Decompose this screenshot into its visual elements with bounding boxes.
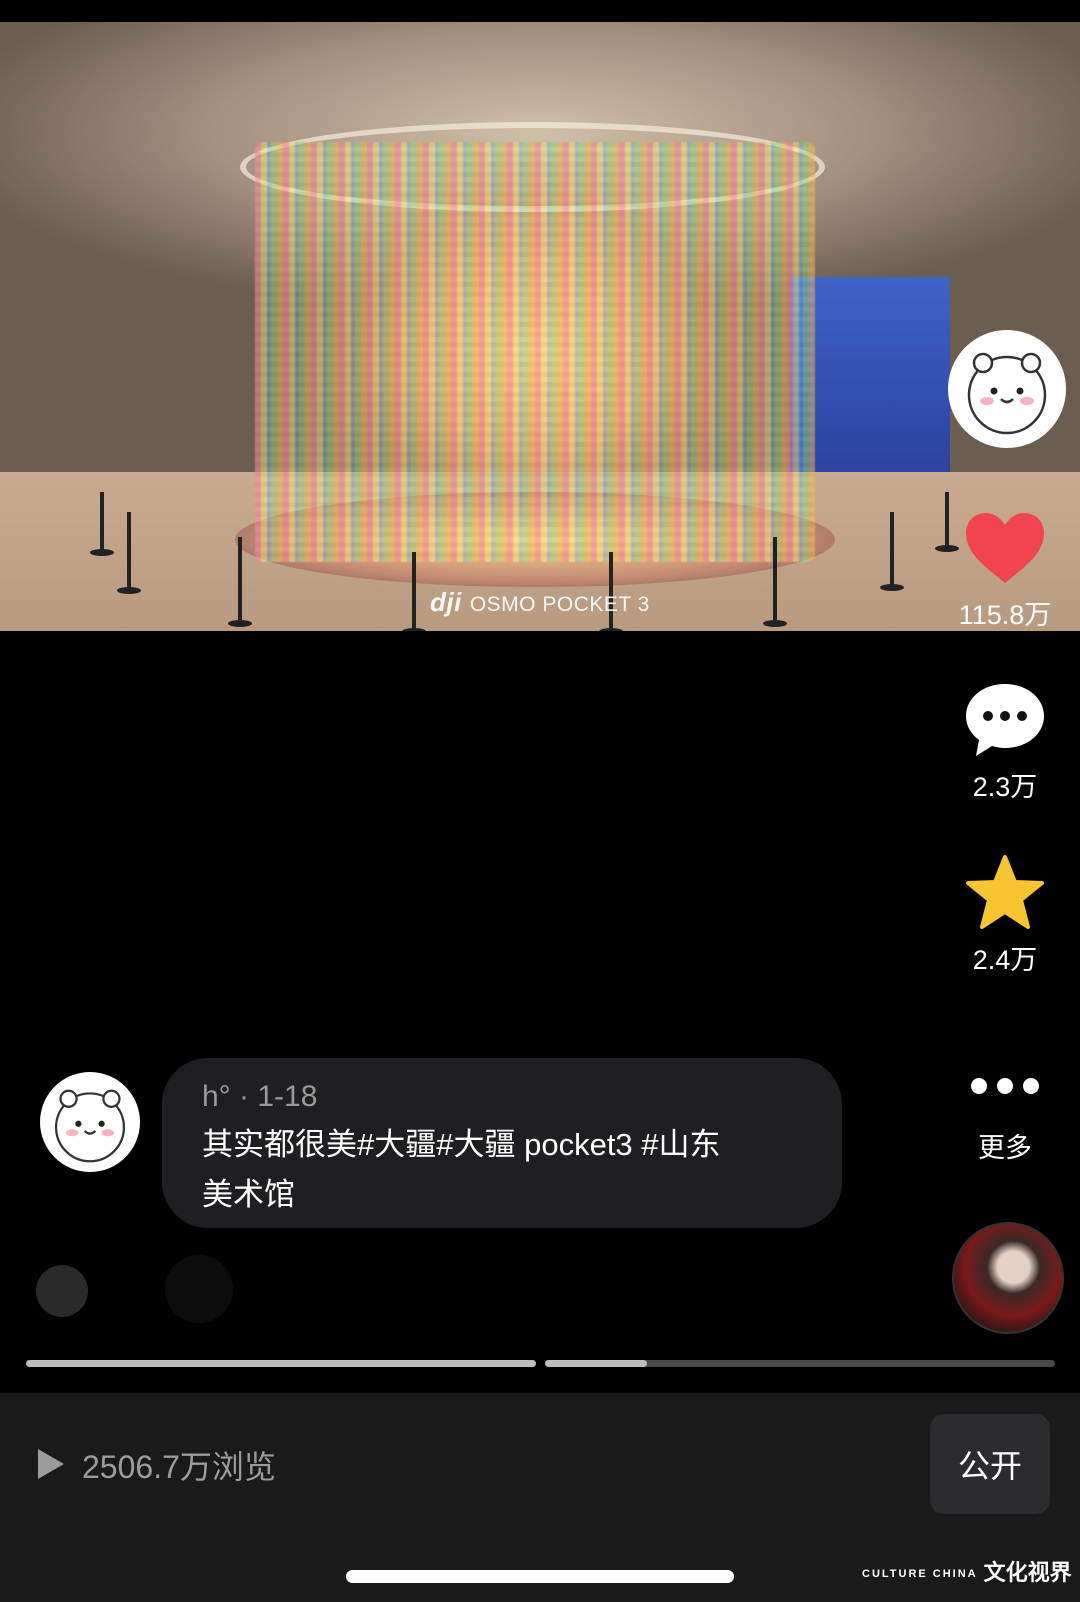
caption-text: 其实都很美#大疆#大疆 pocket3 #山东 美术馆 <box>202 1120 802 1220</box>
bear-avatar-icon <box>54 1089 126 1163</box>
heart-icon <box>966 513 1044 583</box>
rope-post <box>117 512 141 594</box>
home-indicator[interactable] <box>346 1570 734 1583</box>
caption-text-line: 美术馆 <box>202 1177 295 1212</box>
more-button[interactable]: 更多 <box>940 1046 1070 1165</box>
corner-watermark-small: CULTURE CHINA <box>862 1567 978 1580</box>
more-label: 更多 <box>978 1133 1032 1163</box>
caption-author-avatar[interactable] <box>40 1072 140 1172</box>
star-icon <box>966 855 1044 929</box>
progress-fill <box>26 1360 536 1367</box>
progress-segment[interactable] <box>26 1360 536 1367</box>
favorite-count: 2.4万 <box>972 945 1038 975</box>
comment-count: 2.3万 <box>972 772 1038 802</box>
corner-watermark: CULTURE CHINA 文化视界 <box>862 1555 1072 1587</box>
favorite-button[interactable]: 2.4万 <box>940 848 1070 977</box>
faded-avatar <box>165 1255 233 1323</box>
caption-meta: h° · 1-18 <box>202 1076 802 1118</box>
camera-watermark: dji OSMO POCKET 3 <box>430 587 650 617</box>
author-avatar[interactable] <box>948 330 1066 448</box>
more-dots-icon <box>971 1078 1039 1094</box>
public-button[interactable]: 公开 <box>930 1414 1050 1514</box>
music-disc[interactable] <box>952 1222 1064 1334</box>
play-icon <box>38 1449 64 1479</box>
corner-watermark-text: 文化视界 <box>983 1560 1072 1585</box>
comment-bubble-icon <box>966 684 1044 756</box>
view-count: 2506.7万浏览 <box>82 1449 276 1485</box>
rope-post <box>90 492 114 556</box>
rope-post <box>763 537 787 627</box>
progress-segment[interactable] <box>545 1360 1055 1367</box>
caption-bubble[interactable]: h° · 1-18 其实都很美#大疆#大疆 pocket3 #山东 美术馆 <box>162 1058 842 1228</box>
rope-post <box>880 512 904 591</box>
progress-fill <box>545 1360 647 1367</box>
bear-avatar-icon <box>967 352 1047 435</box>
caption-author[interactable]: h° <box>202 1080 231 1113</box>
video-player[interactable]: dji OSMO POCKET 3 <box>0 22 1080 631</box>
caption-date: · 1-18 <box>239 1080 318 1113</box>
rope-post <box>228 537 252 627</box>
like-count: 115.8万 <box>958 600 1052 630</box>
rope-post <box>402 552 426 631</box>
faded-avatar <box>36 1265 88 1317</box>
like-button[interactable]: 115.8万 <box>940 503 1070 632</box>
comment-button[interactable]: 2.3万 <box>940 675 1070 804</box>
hanging-installation <box>255 142 815 562</box>
caption-text-line: 其实都很美#大疆#大疆 pocket3 #山东 <box>202 1127 721 1162</box>
